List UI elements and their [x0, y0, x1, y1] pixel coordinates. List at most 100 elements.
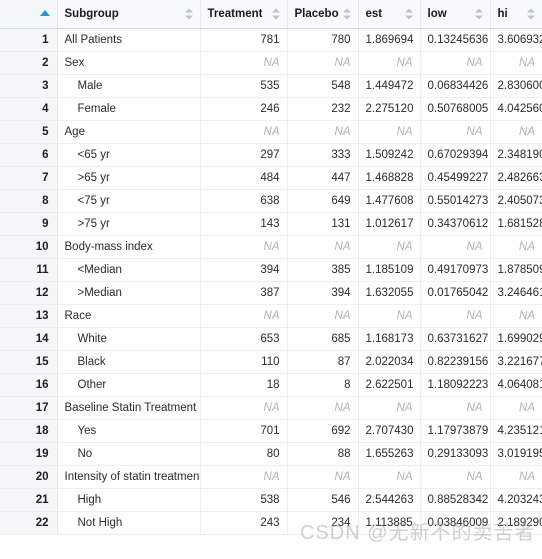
- subgroup-label: >Median: [77, 286, 122, 299]
- subgroup-label: Sex: [64, 56, 85, 69]
- table-row[interactable]: 21 High 538 546 2.544263 0.88528342 4.203243: [0, 488, 542, 512]
- column-header-placebo-label: Placebo: [294, 7, 339, 20]
- cell-low: 1.17973879: [420, 419, 491, 443]
- sort-toggle-icon[interactable]: [271, 7, 281, 20]
- sort-toggle-icon[interactable]: [342, 7, 352, 20]
- cell-subgroup: >65 yr: [57, 166, 201, 190]
- cell-subgroup: <Median: [57, 258, 201, 282]
- column-header-subgroup[interactable]: Subgroup: [57, 0, 201, 29]
- sort-toggle-icon[interactable]: [474, 7, 484, 20]
- cell-est: 2.275120: [358, 97, 421, 121]
- table-row[interactable]: 3 Male 535 548 1.449472 0.06834426 2.830600: [0, 74, 542, 98]
- cell-hi: 3.246461: [490, 281, 542, 305]
- row-number: 18: [0, 419, 58, 443]
- cell-placebo: 394: [287, 281, 359, 305]
- cell-treatment: 638: [200, 189, 288, 213]
- cell-hi: NA: [490, 465, 542, 489]
- table-row[interactable]: 8 <75 yr 638 649 1.477608 0.55014273 2.405073: [0, 189, 542, 213]
- cell-subgroup: Age: [57, 120, 201, 144]
- table-row[interactable]: 13 Race NA NA NA NA NA: [0, 304, 542, 328]
- cell-treatment: 387: [200, 281, 288, 305]
- table-row[interactable]: 15 Black 110 87 2.022034 0.82239156 3.221677: [0, 350, 542, 374]
- column-header-hi-label: hi: [497, 7, 508, 20]
- table-row[interactable]: 4 Female 246 232 2.275120 0.50768005 4.042560: [0, 97, 542, 121]
- subgroup-label: Female: [77, 102, 116, 115]
- table-row[interactable]: 14 White 653 685 1.168173 0.63731627 1.699029: [0, 327, 542, 351]
- cell-subgroup: All Patients: [57, 28, 201, 52]
- cell-placebo: 385: [287, 258, 359, 282]
- cell-hi: 1.878509: [490, 258, 542, 282]
- cell-placebo: 692: [287, 419, 359, 443]
- table-row[interactable]: 19 No 80 88 1.655263 0.29133093 3.019195: [0, 442, 542, 466]
- header-row: Subgroup Treatment Placebo est low hi: [0, 0, 542, 29]
- row-number: 16: [0, 373, 58, 397]
- cell-low: 0.45499227: [420, 166, 491, 190]
- cell-hi: NA: [490, 235, 542, 259]
- cell-low: 0.49170973: [420, 258, 491, 282]
- sort-ascending-icon[interactable]: [39, 9, 51, 18]
- cell-hi: 1.699029: [490, 327, 542, 351]
- subgroup-label: >75 yr: [77, 217, 110, 230]
- row-number: 5: [0, 120, 58, 144]
- cell-est: 2.544263: [358, 488, 421, 512]
- table-row[interactable]: 16 Other 18 8 2.622501 1.18092223 4.064081: [0, 373, 542, 397]
- cell-treatment: 701: [200, 419, 288, 443]
- row-number: 8: [0, 189, 58, 213]
- table-row[interactable]: 7 >65 yr 484 447 1.468828 0.45499227 2.482663: [0, 166, 542, 190]
- table-row[interactable]: 17 Baseline Statin Treatment NA NA NA NA NA: [0, 396, 542, 420]
- column-header-est[interactable]: est: [358, 0, 421, 29]
- cell-est: 2.622501: [358, 373, 421, 397]
- cell-placebo: 548: [287, 74, 359, 98]
- subgroup-results-table: Subgroup Treatment Placebo est low hi 1 …: [0, 0, 542, 535]
- table-row[interactable]: 6 <65 yr 297 333 1.509242 0.67029394 2.348190: [0, 143, 542, 167]
- table-row[interactable]: 9 >75 yr 143 131 1.012617 0.34370612 1.681528: [0, 212, 542, 236]
- table-row[interactable]: 18 Yes 701 692 2.707430 1.17973879 4.235121: [0, 419, 542, 443]
- cell-treatment: 243: [200, 511, 288, 535]
- table-row[interactable]: 20 Intensity of statin treatment NA NA NA NA N…: [0, 465, 542, 489]
- cell-hi: 3.019195: [490, 442, 542, 466]
- cell-treatment: 653: [200, 327, 288, 351]
- column-header-treatment[interactable]: Treatment: [200, 0, 288, 29]
- row-number: 19: [0, 442, 58, 466]
- table-row[interactable]: 11 <Median 394 385 1.185109 0.49170973 1.87850…: [0, 258, 542, 282]
- table-row[interactable]: 5 Age NA NA NA NA NA: [0, 120, 542, 144]
- cell-est: 1.477608: [358, 189, 421, 213]
- subgroup-label: No: [77, 447, 93, 460]
- subgroup-label: All Patients: [64, 33, 123, 46]
- cell-low: NA: [420, 465, 491, 489]
- column-header-rownum[interactable]: [0, 0, 58, 29]
- cell-hi: 2.405073: [490, 189, 542, 213]
- table-row[interactable]: 22 Not High 243 234 1.113885 0.03846009 2.1892…: [0, 511, 542, 535]
- row-number: 15: [0, 350, 58, 374]
- sort-toggle-icon[interactable]: [527, 7, 536, 20]
- cell-est: 1.655263: [358, 442, 421, 466]
- cell-treatment: NA: [200, 304, 288, 328]
- cell-placebo: 333: [287, 143, 359, 167]
- cell-treatment: NA: [200, 120, 288, 144]
- table-row[interactable]: 1 All Patients 781 780 1.869694 0.13245636 3.6…: [0, 28, 542, 52]
- sort-toggle-icon[interactable]: [184, 7, 194, 20]
- cell-placebo: NA: [287, 465, 359, 489]
- cell-hi: NA: [490, 51, 542, 75]
- row-number: 14: [0, 327, 58, 351]
- cell-subgroup: >75 yr: [57, 212, 201, 236]
- column-header-subgroup-label: Subgroup: [64, 7, 119, 20]
- cell-low: NA: [420, 396, 491, 420]
- subgroup-label: Black: [77, 355, 106, 368]
- table-row[interactable]: 10 Body-mass index NA NA NA NA NA: [0, 235, 542, 259]
- column-header-hi[interactable]: hi: [490, 0, 542, 29]
- cell-low: 0.06834426: [420, 74, 491, 98]
- row-number: 10: [0, 235, 58, 259]
- subgroup-label: Intensity of statin treatment: [64, 470, 200, 483]
- cell-hi: 3.606932: [490, 28, 542, 52]
- subgroup-label: Other: [77, 378, 107, 391]
- cell-subgroup: Race: [57, 304, 201, 328]
- cell-low: 0.82239156: [420, 350, 491, 374]
- cell-subgroup: White: [57, 327, 201, 351]
- table-row[interactable]: 12 >Median 387 394 1.632055 0.01765042 3.24646…: [0, 281, 542, 305]
- sort-toggle-icon[interactable]: [404, 7, 414, 20]
- table-row[interactable]: 2 Sex NA NA NA NA NA: [0, 51, 542, 75]
- column-header-low[interactable]: low: [420, 0, 491, 29]
- column-header-placebo[interactable]: Placebo: [287, 0, 359, 29]
- cell-treatment: 143: [200, 212, 288, 236]
